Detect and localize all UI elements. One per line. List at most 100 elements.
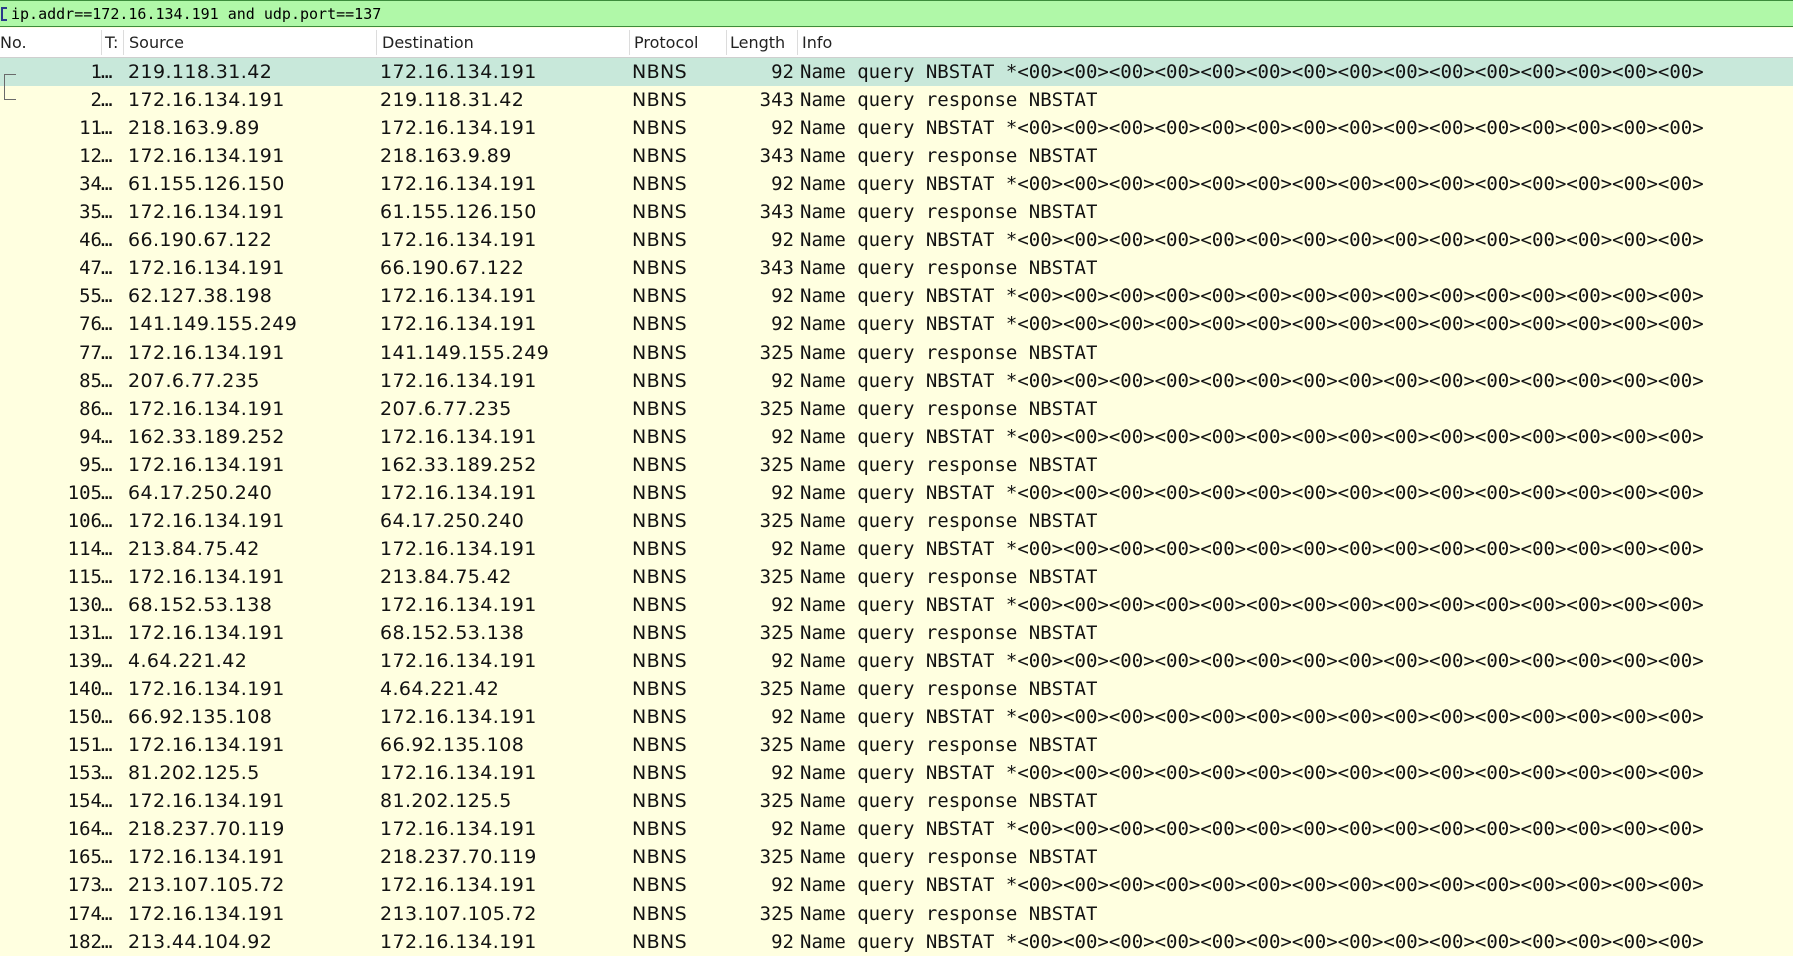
packet-protocol: NBNS xyxy=(632,593,688,616)
packet-destination: 172.16.134.191 xyxy=(380,874,537,897)
packet-destination: 172.16.134.191 xyxy=(380,537,537,560)
packet-time: … xyxy=(101,173,113,196)
packet-time: … xyxy=(101,650,113,673)
packet-row[interactable]: 95… 172.16.134.191 162.33.189.252 NBNS 325 Na… xyxy=(0,450,1793,479)
display-filter-input[interactable]: ip.addr==172.16.134.191 and udp.port==13… xyxy=(11,3,381,25)
packet-row[interactable]: 114… 213.84.75.42 172.16.134.191 NBNS 92 Name… xyxy=(0,534,1793,563)
filter-bookmark-icon[interactable] xyxy=(1,7,7,21)
packet-destination: 172.16.134.191 xyxy=(380,117,537,140)
packet-destination: 172.16.134.191 xyxy=(380,650,537,673)
packet-time: … xyxy=(101,874,113,897)
packet-info: Name query NBSTAT *<00><00><00><00><00><… xyxy=(800,285,1704,308)
packet-destination: 172.16.134.191 xyxy=(380,285,537,308)
packet-number: 94 xyxy=(79,425,102,448)
packet-row[interactable]: 105… 64.17.250.240 172.16.134.191 NBNS 92 Nam… xyxy=(0,478,1793,507)
packet-info: Name query response NBSTAT xyxy=(800,678,1098,701)
column-header-protocol[interactable]: Protocol xyxy=(631,28,726,57)
packet-row[interactable]: 77… 172.16.134.191 141.149.155.249 NBNS 325 N… xyxy=(0,338,1793,367)
packet-length: 92 xyxy=(771,117,794,140)
column-header-destination[interactable]: Destination xyxy=(379,28,629,57)
packet-time: … xyxy=(101,846,113,869)
packet-row[interactable]: 12… 172.16.134.191 218.163.9.89 NBNS 343 Name… xyxy=(0,142,1793,171)
packet-protocol: NBNS xyxy=(632,537,688,560)
packet-source: 64.17.250.240 xyxy=(128,481,273,504)
packet-number: 182 xyxy=(67,930,102,953)
column-header-length[interactable]: Length xyxy=(727,28,797,57)
packet-length: 343 xyxy=(759,145,794,168)
conversation-bracket-end-icon xyxy=(4,90,16,100)
packet-destination: 207.6.77.235 xyxy=(380,397,512,420)
packet-length: 92 xyxy=(771,369,794,392)
packet-row[interactable]: 173… 213.107.105.72 172.16.134.191 NBNS 92 Na… xyxy=(0,871,1793,900)
packet-protocol: NBNS xyxy=(632,902,688,925)
packet-length: 92 xyxy=(771,285,794,308)
packet-source: 172.16.134.191 xyxy=(128,846,285,869)
packet-row[interactable]: 46… 66.190.67.122 172.16.134.191 NBNS 92 Name… xyxy=(0,226,1793,255)
column-header-info[interactable]: Info xyxy=(799,28,1789,57)
packet-destination: 172.16.134.191 xyxy=(380,173,537,196)
packet-source: 68.152.53.138 xyxy=(128,593,273,616)
packet-row[interactable]: 115… 172.16.134.191 213.84.75.42 NBNS 325 Nam… xyxy=(0,562,1793,591)
packet-source: 81.202.125.5 xyxy=(128,762,260,785)
packet-source: 172.16.134.191 xyxy=(128,201,285,224)
packet-time: … xyxy=(101,341,113,364)
packet-number: 105 xyxy=(67,481,102,504)
packet-length: 325 xyxy=(759,678,794,701)
packet-info: Name query response NBSTAT xyxy=(800,89,1098,112)
packet-source: 4.64.221.42 xyxy=(128,650,248,673)
packet-row[interactable]: 130… 68.152.53.138 172.16.134.191 NBNS 92 Nam… xyxy=(0,590,1793,619)
packet-row[interactable]: 150… 66.92.135.108 172.16.134.191 NBNS 92 Nam… xyxy=(0,703,1793,732)
packet-row[interactable]: 47… 172.16.134.191 66.190.67.122 NBNS 343 Nam… xyxy=(0,254,1793,283)
column-header-source[interactable]: Source xyxy=(126,28,376,57)
packet-row[interactable]: 76… 141.149.155.249 172.16.134.191 NBNS 92 Na… xyxy=(0,310,1793,339)
packet-length: 92 xyxy=(771,762,794,785)
packet-protocol: NBNS xyxy=(632,145,688,168)
packet-row[interactable]: 151… 172.16.134.191 66.92.135.108 NBNS 325 Na… xyxy=(0,731,1793,760)
packet-row[interactable]: 34… 61.155.126.150 172.16.134.191 NBNS 92 Nam… xyxy=(0,170,1793,199)
packet-info: Name query NBSTAT *<00><00><00><00><00><… xyxy=(800,762,1704,785)
packet-source: 219.118.31.42 xyxy=(128,61,273,83)
packet-length: 343 xyxy=(759,257,794,280)
packet-row[interactable]: 174… 172.16.134.191 213.107.105.72 NBNS 325 N… xyxy=(0,899,1793,928)
packet-row[interactable]: 182… 213.44.104.92 172.16.134.191 NBNS 92 Nam… xyxy=(0,927,1793,956)
packet-row[interactable]: 55… 62.127.38.198 172.16.134.191 NBNS 92 Name… xyxy=(0,282,1793,311)
packet-destination: 172.16.134.191 xyxy=(380,229,537,252)
packet-row[interactable]: 2… 172.16.134.191 219.118.31.42 NBNS 343 Name… xyxy=(0,86,1793,115)
packet-row[interactable]: 164… 218.237.70.119 172.16.134.191 NBNS 92 Na… xyxy=(0,815,1793,844)
packet-number: 151 xyxy=(67,734,102,757)
packet-info: Name query response NBSTAT xyxy=(800,790,1098,813)
packet-row[interactable]: 140… 172.16.134.191 4.64.221.42 NBNS 325 Name… xyxy=(0,675,1793,704)
packet-row[interactable]: 165… 172.16.134.191 218.237.70.119 NBNS 325 N… xyxy=(0,843,1793,872)
packet-destination: 66.92.135.108 xyxy=(380,734,525,757)
packet-row[interactable]: 1… 219.118.31.42 172.16.134.191 NBNS 92 Name … xyxy=(0,58,1793,86)
packet-number: 46 xyxy=(79,229,102,252)
packet-info: Name query response NBSTAT xyxy=(800,734,1098,757)
packet-row[interactable]: 86… 172.16.134.191 207.6.77.235 NBNS 325 Name… xyxy=(0,394,1793,423)
packet-row[interactable]: 153… 81.202.125.5 172.16.134.191 NBNS 92 Name… xyxy=(0,759,1793,788)
packet-protocol: NBNS xyxy=(632,257,688,280)
packet-number: 95 xyxy=(79,453,102,476)
packet-row[interactable]: 131… 172.16.134.191 68.152.53.138 NBNS 325 Na… xyxy=(0,619,1793,647)
packet-row[interactable]: 139… 4.64.221.42 172.16.134.191 NBNS 92 Name … xyxy=(0,647,1793,676)
packet-number: 139 xyxy=(67,650,102,673)
packet-length: 92 xyxy=(771,593,794,616)
packet-time: … xyxy=(101,481,113,504)
packet-row[interactable]: 106… 172.16.134.191 64.17.250.240 NBNS 325 Na… xyxy=(0,506,1793,535)
packet-list-header: No. T: Source Destination Protocol Lengt… xyxy=(0,28,1793,58)
packet-source: 172.16.134.191 xyxy=(128,257,285,280)
packet-length: 325 xyxy=(759,397,794,420)
packet-source: 172.16.134.191 xyxy=(128,902,285,925)
packet-source: 172.16.134.191 xyxy=(128,145,285,168)
packet-row[interactable]: 11… 218.163.9.89 172.16.134.191 NBNS 92 Name … xyxy=(0,114,1793,143)
packet-row[interactable]: 35… 172.16.134.191 61.155.126.150 NBNS 343 Na… xyxy=(0,198,1793,227)
packet-number: 55 xyxy=(79,285,102,308)
packet-destination: 172.16.134.191 xyxy=(380,818,537,841)
packet-time: … xyxy=(101,818,113,841)
column-header-time[interactable]: T: xyxy=(101,28,123,57)
packet-number: 11 xyxy=(79,117,102,140)
column-header-no[interactable]: No. xyxy=(0,28,100,57)
packet-length: 325 xyxy=(759,790,794,813)
packet-row[interactable]: 94… 162.33.189.252 172.16.134.191 NBNS 92 Nam… xyxy=(0,422,1793,451)
packet-row[interactable]: 85… 207.6.77.235 172.16.134.191 NBNS 92 Name … xyxy=(0,366,1793,395)
packet-row[interactable]: 154… 172.16.134.191 81.202.125.5 NBNS 325 Nam… xyxy=(0,787,1793,816)
